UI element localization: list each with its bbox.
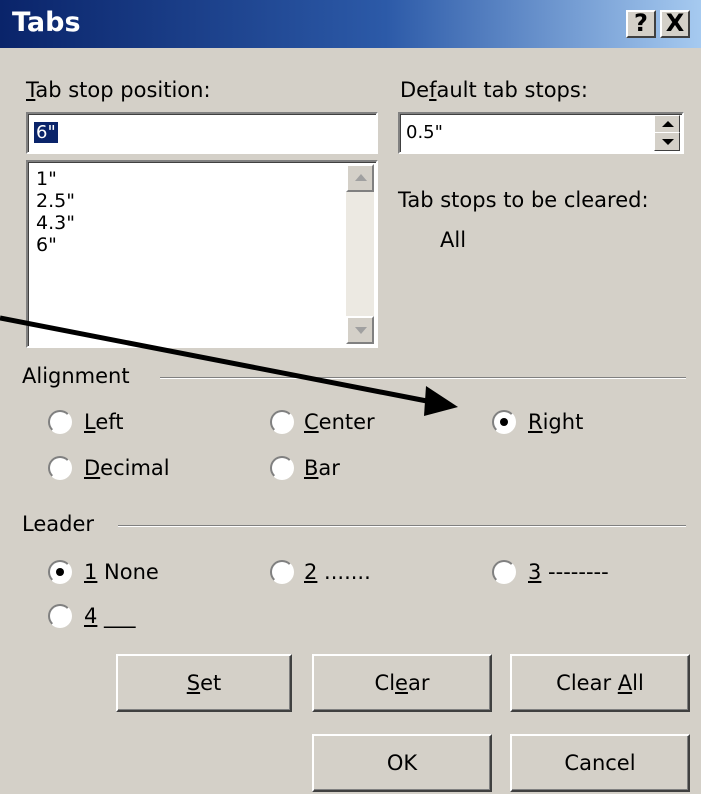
annotation-arrow-icon (0, 315, 458, 416)
tabs-dialog: Tabs ? X Tab stop position: 6" 1" 2.5" 4… (0, 0, 701, 794)
